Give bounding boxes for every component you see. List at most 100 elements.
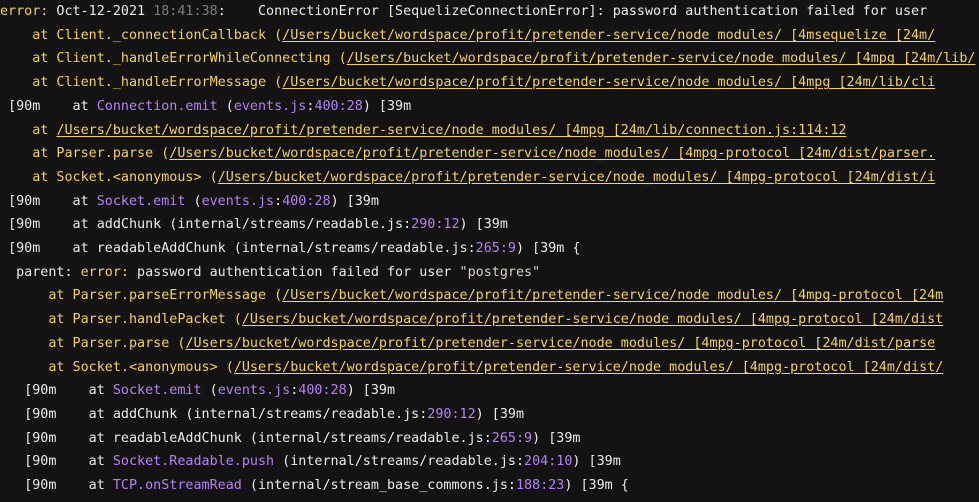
- line-segment: /Users/bucket/wordspace/profit/pretender…: [169, 146, 936, 162]
- terminal-line: [90m at Socket.emit (events.js:400:28) […: [0, 379, 395, 403]
- line-segment: ) [39m {: [515, 241, 581, 256]
- terminal-line: [90m at addChunk (internal/streams/reada…: [0, 213, 508, 237]
- line-segment: [90m at: [24, 478, 113, 493]
- line-segment: Connection.emit: [96, 98, 218, 114]
- line-segment: ) [39m: [572, 454, 621, 470]
- terminal-line: at Parser.parse (/Users/bucket/wordspace…: [0, 142, 935, 166]
- line-segment: [90m at: [24, 383, 113, 399]
- line-segment: ) [39m: [459, 217, 508, 233]
- line-segment: events.js: [233, 98, 307, 114]
- line-segment: (: [185, 193, 202, 209]
- line-segment: (: [201, 383, 218, 399]
- terminal-line: parent: error: password authentication f…: [0, 261, 540, 285]
- line-segment: [90m at addChunk (internal/streams/reada…: [24, 406, 428, 422]
- line-segment: (: [217, 98, 234, 114]
- line-segment: at Socket.<anonymous> (: [48, 359, 234, 375]
- line-segment: 188:23: [515, 478, 565, 493]
- line-segment: events.js: [201, 193, 275, 209]
- line-segment: /Users/bucket/wordspace/profit/pretender…: [217, 169, 936, 185]
- line-segment: 400:28: [314, 98, 363, 114]
- line-segment: parent:: [16, 264, 81, 280]
- line-segment: at Client._handleErrorWhileConnecting (: [32, 51, 347, 67]
- line-segment: :: [274, 193, 283, 209]
- line-segment: ) [39m: [532, 430, 581, 446]
- terminal-line: [90m at TCP.onStreamRead (internal/strea…: [0, 474, 629, 498]
- line-segment: 290:12: [411, 217, 460, 233]
- line-segment: [90m at: [24, 454, 113, 470]
- line-segment: 400:28: [298, 383, 347, 399]
- line-segment: at Client._connectionCallback (: [32, 27, 283, 43]
- line-segment: Socket.emit: [112, 383, 202, 399]
- line-segment: [90m at addChunk (internal/streams/reada…: [8, 217, 412, 233]
- terminal-line: [90m at Socket.emit (events.js:400:28) […: [0, 190, 379, 214]
- line-segment: ) [39m: [362, 98, 412, 114]
- line-segment: at Parser.handlePacket (: [48, 312, 242, 328]
- line-segment: Socket.Readable.push: [112, 454, 275, 470]
- line-segment: at Parser.parseErrorMessage (: [48, 288, 283, 304]
- line-segment: Oct-12-2021: [48, 4, 154, 19]
- line-segment: events.js: [217, 383, 291, 399]
- terminal-line: [90m at readableAddChunk (internal/strea…: [0, 427, 580, 451]
- line-segment: /Users/bucket/wordspace/profit/pretender…: [346, 51, 976, 67]
- terminal-line: [90m at Connection.emit (events.js:400:2…: [0, 95, 411, 119]
- line-segment: 265:9: [475, 241, 516, 256]
- line-segment: (internal/stream_base_commons.js:: [241, 478, 516, 493]
- line-segment: /Users/bucket/wordspace/profit/pretender…: [185, 335, 936, 351]
- line-segment: at Parser.parse (: [48, 335, 186, 351]
- terminal-line: at Socket.<anonymous> (/Users/bucket/wor…: [0, 166, 935, 190]
- line-segment: Socket.emit: [96, 193, 186, 209]
- line-segment: : ConnectionError [SequelizeConnectionEr…: [217, 4, 928, 19]
- line-segment: 290:12: [427, 406, 476, 422]
- terminal-line: at Socket.<anonymous> (/Users/bucket/wor…: [0, 356, 943, 380]
- line-segment: TCP.onStreamRead: [112, 478, 242, 493]
- terminal-line: at Parser.parse (/Users/bucket/wordspace…: [0, 332, 935, 356]
- line-segment: /Users/bucket/wordspace/profit/pretender…: [282, 27, 936, 43]
- line-segment: /Users/bucket/wordspace/profit/pretender…: [233, 359, 944, 375]
- line-segment: error:: [80, 264, 129, 280]
- line-segment: error:: [0, 4, 49, 19]
- line-segment: 204:10: [524, 454, 573, 470]
- line-segment: /Users/bucket/wordspace/profit/pretender…: [282, 75, 936, 91]
- line-segment: at: [32, 122, 57, 138]
- line-segment: at Socket.<anonymous> (: [32, 169, 218, 185]
- terminal-line: error: Oct-12-2021 18:41:38: ConnectionE…: [0, 0, 927, 24]
- line-segment: [90m at: [8, 193, 97, 209]
- terminal-line: at Client._connectionCallback (/Users/bu…: [0, 24, 935, 48]
- line-segment: [90m at: [8, 98, 97, 114]
- terminal-line: at Parser.handlePacket (/Users/bucket/wo…: [0, 308, 943, 332]
- line-segment: /Users/bucket/wordspace/profit/pretender…: [56, 122, 847, 138]
- line-segment: 18:41:38: [153, 4, 218, 19]
- line-segment: at Parser.parse (: [32, 146, 170, 162]
- line-segment: ) [39m: [346, 383, 396, 399]
- line-segment: ) [39m {: [564, 478, 629, 493]
- terminal-line: at Client._handleErrorMessage (/Users/bu…: [0, 71, 935, 95]
- line-segment: (internal/streams/readable.js:: [274, 454, 525, 470]
- terminal-line: [90m at addChunk (internal/streams/reada…: [0, 403, 524, 427]
- terminal-line: [90m at readableAddChunk (internal/strea…: [0, 237, 580, 261]
- line-segment: /Users/bucket/wordspace/profit/pretender…: [282, 288, 944, 304]
- terminal-line: at Parser.parseErrorMessage (/Users/buck…: [0, 284, 943, 308]
- terminal-line: [90m at Socket.Readable.push (internal/s…: [0, 450, 621, 474]
- terminal-line: at Client._handleErrorWhileConnecting (/…: [0, 47, 976, 71]
- line-segment: [90m at readableAddChunk (internal/strea…: [8, 241, 476, 256]
- terminal-output[interactable]: error: Oct-12-2021 18:41:38: ConnectionE…: [0, 0, 979, 502]
- line-segment: password authentication failed for user: [129, 264, 460, 280]
